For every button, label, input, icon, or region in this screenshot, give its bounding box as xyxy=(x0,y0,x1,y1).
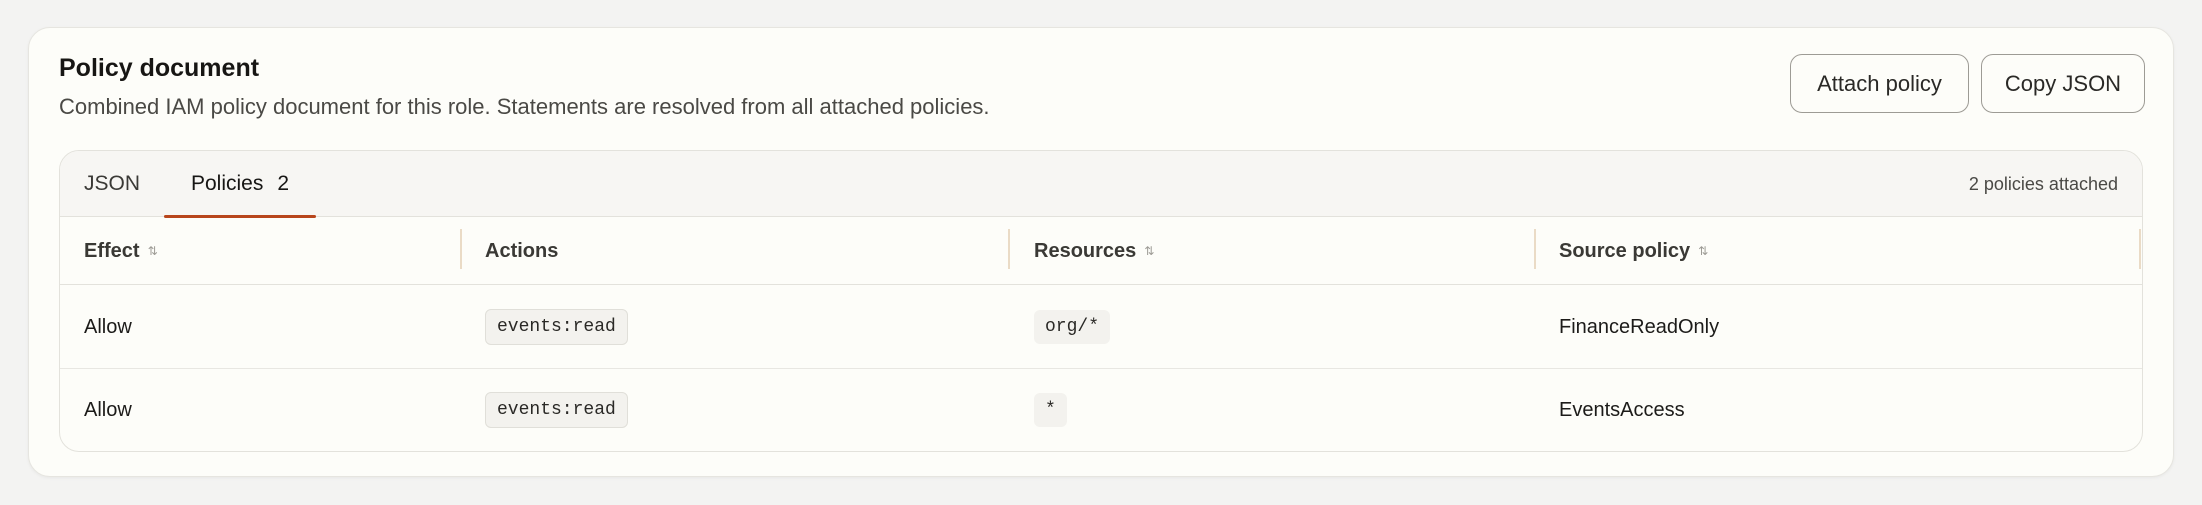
tab-policies-count: 2 xyxy=(277,172,290,195)
column-header-actions: Actions xyxy=(485,239,559,262)
source-policy-cell: EventsAccess xyxy=(1559,398,1685,421)
tab-bar: JSON Policies 2 2 policies attached xyxy=(60,151,2142,218)
card-subtitle: Combined IAM policy document for this ro… xyxy=(59,94,990,119)
column-header-source-policy[interactable]: Source policy ⇅ xyxy=(1559,217,1708,285)
copy-json-button[interactable]: Copy JSON xyxy=(1981,54,2145,113)
policy-panel: JSON Policies 2 2 policies attached Effe… xyxy=(59,150,2143,452)
resource-code: org/* xyxy=(1034,310,1111,344)
action-cell: events:read xyxy=(485,369,628,451)
tab-json-label: JSON xyxy=(84,172,141,195)
column-divider[interactable] xyxy=(1534,229,1536,269)
tab-json[interactable]: JSON xyxy=(84,151,140,217)
action-code: events:read xyxy=(485,392,628,428)
card-title: Policy document xyxy=(59,54,260,82)
resource-code: * xyxy=(1034,393,1067,427)
source-policy-cell: FinanceReadOnly xyxy=(1559,315,1720,338)
column-header-resources[interactable]: Resources ⇅ xyxy=(1034,217,1154,285)
table-row: Allow events:read org/* FinanceReadOnly xyxy=(60,286,2142,369)
sort-icon[interactable]: ⇅ xyxy=(148,244,158,258)
policies-attached-count: 2 policies attached xyxy=(1968,173,2118,194)
column-divider[interactable] xyxy=(2139,229,2141,269)
resource-cell: org/* xyxy=(1034,286,1111,368)
tab-policies-label: Policies xyxy=(190,172,264,195)
sort-icon[interactable]: ⇅ xyxy=(1144,244,1154,258)
tab-policies[interactable]: Policies 2 xyxy=(164,151,316,218)
table-row: Allow events:read * EventsAccess xyxy=(60,369,2142,451)
effect-cell: Allow xyxy=(84,398,132,421)
effect-cell: Allow xyxy=(84,315,132,338)
column-divider[interactable] xyxy=(460,229,462,269)
policy-document-card: Policy document Combined IAM policy docu… xyxy=(28,27,2174,477)
action-cell: events:read xyxy=(485,286,628,368)
attach-policy-button[interactable]: Attach policy xyxy=(1790,54,1969,113)
resource-cell: * xyxy=(1034,369,1067,451)
column-divider[interactable] xyxy=(1008,229,1010,269)
sort-icon[interactable]: ⇅ xyxy=(1698,244,1708,258)
table-header: Effect ⇅ Actions Resources ⇅ Source poli… xyxy=(60,217,2142,285)
column-header-effect[interactable]: Effect ⇅ xyxy=(84,217,158,285)
action-code: events:read xyxy=(485,309,628,345)
